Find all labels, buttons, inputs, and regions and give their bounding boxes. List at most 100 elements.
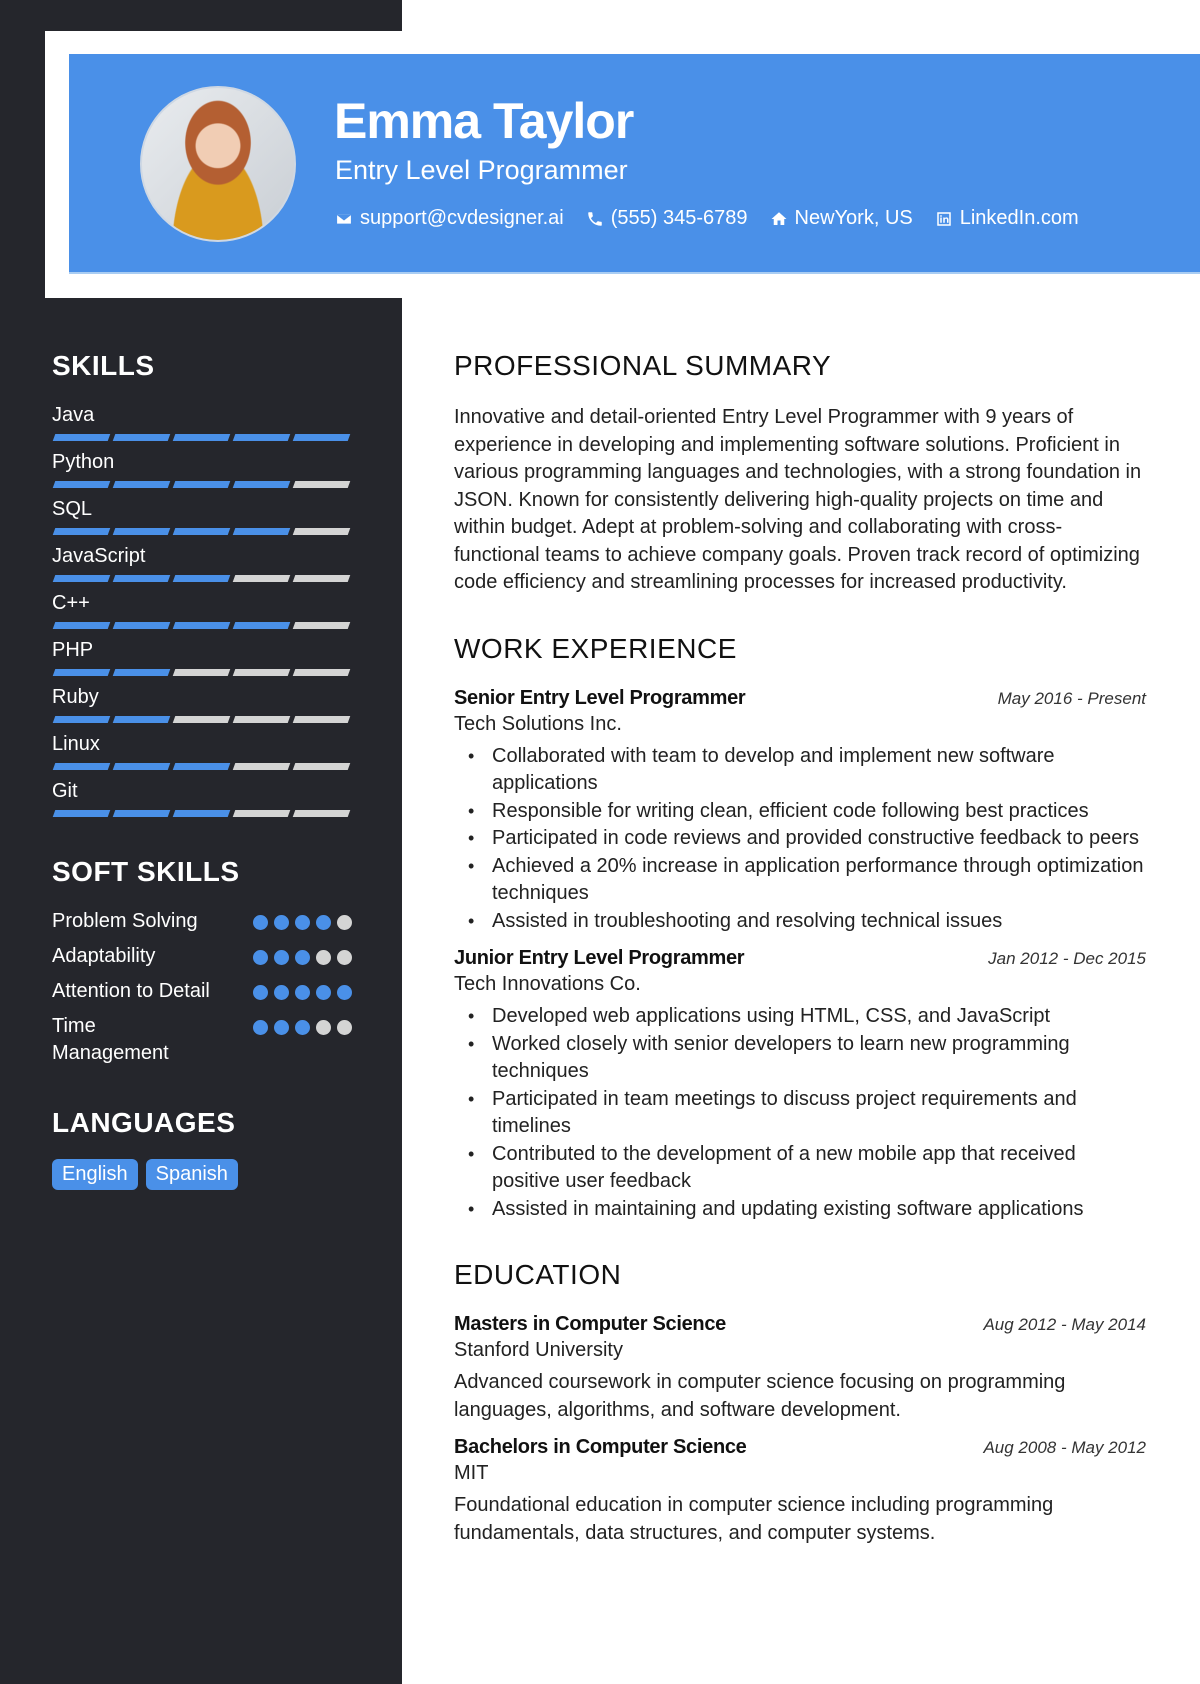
soft-skill-item: Time Management (52, 1013, 352, 1067)
responsibility-item: Achieved a 20% increase in application p… (468, 853, 1146, 908)
job-dates: Jan 2012 - Dec 2015 (988, 949, 1146, 968)
skill-segment-empty (292, 763, 351, 770)
skill-segment-empty (232, 716, 291, 723)
skill-segment-filled (52, 716, 111, 723)
contact-phone[interactable]: (555) 345-6789 (586, 207, 748, 230)
education-heading: EDUCATION (454, 1259, 622, 1290)
entry-header: Senior Entry Level Programmer May 2016 - … (454, 687, 1146, 710)
skill-level-bar (52, 810, 352, 818)
skill-segment-filled (232, 481, 291, 488)
job-dates: May 2016 - Present (997, 688, 1146, 708)
skill-item: Ruby (52, 684, 352, 724)
skill-segment-empty (292, 716, 351, 723)
skill-segment-filled (52, 481, 111, 488)
rating-dot-filled (295, 915, 310, 930)
skill-item: Python (52, 449, 352, 489)
skill-name: Python (52, 451, 115, 473)
skill-name: JavaScript (52, 545, 146, 567)
contact-linkedin[interactable]: LinkedIn.com (935, 207, 1079, 230)
skill-segment-empty (292, 575, 351, 582)
skill-level-bar (52, 763, 352, 771)
skill-level-bar (52, 481, 352, 489)
skill-name: C++ (52, 592, 90, 614)
soft-skills-list: Problem Solving Adaptability Attention to … (52, 908, 352, 1067)
entry-header: Bachelors in Computer Science Aug 2008 - … (454, 1436, 1146, 1459)
profile-photo (140, 86, 296, 242)
soft-skill-item: Attention to Detail (52, 978, 352, 1005)
company-name: Tech Innovations Co. (454, 973, 641, 995)
skill-name: Git (52, 780, 78, 802)
skill-segment-empty (232, 810, 291, 817)
responsibility-item: Worked closely with senior developers to… (468, 1031, 1146, 1086)
skill-segment-filled (52, 528, 111, 535)
soft-skill-rating (253, 943, 352, 965)
skill-segment-filled (172, 763, 231, 770)
skill-segment-empty (172, 716, 231, 723)
contact-email[interactable]: support@cvdesigner.ai (335, 207, 564, 230)
skill-segment-empty (292, 528, 351, 535)
skill-segment-empty (232, 575, 291, 582)
skill-segment-empty (232, 763, 291, 770)
summary-section: PROFESSIONAL SUMMARY Innovative and deta… (454, 350, 1146, 597)
language-tag: Spanish (145, 1159, 238, 1190)
phone-icon (588, 211, 602, 226)
skill-name: Ruby (52, 686, 99, 708)
skill-segment-filled (112, 575, 171, 582)
skill-segment-empty (292, 481, 351, 488)
skill-segment-filled (112, 763, 171, 770)
skill-item: Git (52, 778, 352, 818)
rating-dot-filled (316, 915, 331, 930)
contact-linkedin-text: LinkedIn.com (959, 207, 1079, 229)
skill-segment-filled (172, 810, 231, 817)
education-list: Masters in Computer Science Aug 2012 - Ma… (454, 1313, 1146, 1547)
responsibility-item: Participated in team meetings to discuss… (468, 1086, 1146, 1141)
contact-email-text: support@cvdesigner.ai (360, 207, 564, 229)
contact-location: NewYork, US (770, 207, 913, 230)
skill-name: SQL (52, 498, 93, 520)
rating-dot-empty (337, 1020, 352, 1035)
soft-skill-name: Time Management (52, 1015, 169, 1064)
responsibility-list: Collaborated with team to develop and im… (454, 743, 1146, 936)
summary-text: Innovative and detail-oriented Entry Lev… (454, 406, 1142, 593)
experience-entry: Junior Entry Level Programmer Jan 2012 - … (454, 947, 1146, 1223)
company-name: Tech Solutions Inc. (454, 712, 622, 735)
skill-name: Java (52, 404, 95, 426)
experience-heading: WORK EXPERIENCE (454, 632, 737, 664)
skill-segment-empty (292, 810, 351, 817)
skill-segment-empty (292, 669, 351, 676)
skill-segment-empty (172, 669, 231, 676)
skill-segment-filled (52, 575, 111, 582)
envelope-icon (335, 212, 353, 225)
skill-level-bar (52, 575, 352, 583)
skill-segment-empty (232, 669, 291, 676)
language-tag: English (52, 1159, 138, 1190)
skill-segment-empty (292, 622, 351, 629)
rating-dot-filled (253, 950, 268, 965)
skill-level-bar (52, 716, 352, 724)
school-name: Stanford University (454, 1339, 623, 1361)
soft-skill-name: Problem Solving (52, 910, 198, 932)
rating-dot-filled (295, 985, 310, 1000)
skills-heading: SKILLS (52, 350, 155, 381)
rating-dot-empty (316, 1020, 331, 1035)
soft-skill-name: Adaptability (52, 945, 156, 967)
rating-dot-filled (274, 985, 289, 1000)
skill-segment-filled (112, 716, 171, 723)
skill-segment-filled (112, 622, 171, 629)
skill-item: SQL (52, 496, 352, 536)
skill-item: Linux (52, 731, 352, 771)
sidebar: SKILLS Java Python SQL JavaScript C++ PHP Ruby… (52, 350, 352, 1190)
rating-dot-filled (274, 1020, 289, 1035)
education-entry: Bachelors in Computer Science Aug 2008 - … (454, 1436, 1146, 1547)
skill-segment-filled (172, 575, 231, 582)
languages-heading: LANGUAGES (52, 1107, 236, 1138)
education-dates: Aug 2008 - May 2012 (983, 1438, 1146, 1457)
school-name: MIT (454, 1462, 489, 1484)
education-description: Advanced coursework in computer science … (454, 1371, 1066, 1421)
rating-dot-filled (337, 985, 352, 1000)
soft-skills-heading: SOFT SKILLS (52, 856, 240, 887)
languages-list: English Spanish (52, 1159, 352, 1190)
contact-location-text: NewYork, US (794, 207, 913, 229)
skill-item: C++ (52, 590, 352, 630)
rating-dot-empty (337, 950, 352, 965)
